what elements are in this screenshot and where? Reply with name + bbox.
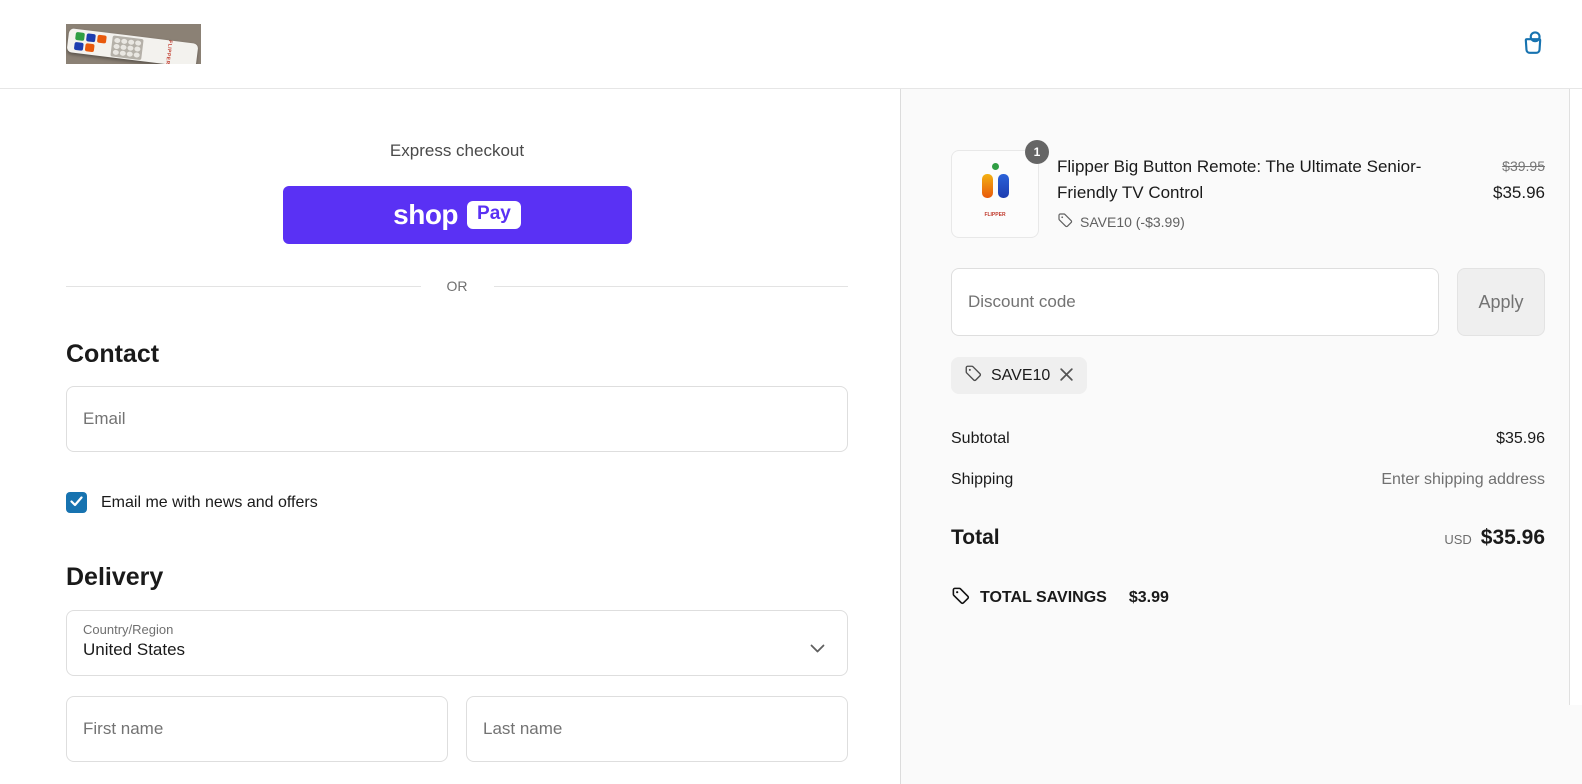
total-label: Total bbox=[951, 526, 1000, 549]
chevron-down-icon bbox=[810, 640, 825, 658]
apply-discount-button[interactable]: Apply bbox=[1457, 268, 1545, 336]
logo-brand-text: FLIPPER bbox=[164, 39, 174, 64]
checkout-main: Express checkout shop Pay OR Contact Ema… bbox=[0, 89, 900, 784]
total-savings-row: TOTAL SAVINGS $3.99 bbox=[951, 586, 1545, 610]
totals-section: Subtotal $35.96 Shipping Enter shipping … bbox=[951, 430, 1545, 610]
cart-line-item: FLIPPER 1 Flipper Big Button Remote: The… bbox=[951, 140, 1545, 238]
subtotal-row: Subtotal $35.96 bbox=[951, 430, 1545, 448]
newsletter-checkbox[interactable] bbox=[66, 492, 87, 513]
applied-discount-chip: SAVE10 bbox=[951, 357, 1088, 394]
total-value: $35.96 bbox=[1480, 526, 1545, 549]
email-input[interactable] bbox=[66, 386, 848, 452]
bag-icon bbox=[1518, 30, 1548, 61]
subtotal-value: $35.96 bbox=[1496, 430, 1545, 447]
total-row: Total USD $35.96 bbox=[951, 526, 1545, 550]
or-divider: OR bbox=[66, 278, 848, 294]
tag-icon bbox=[1057, 212, 1073, 231]
product-thumbnail: FLIPPER bbox=[951, 150, 1039, 238]
shipping-row: Shipping Enter shipping address bbox=[951, 471, 1545, 489]
shipping-value: Enter shipping address bbox=[1381, 471, 1545, 488]
store-logo[interactable]: FLIPPER bbox=[66, 24, 201, 64]
logo-remote-graphic: FLIPPER bbox=[66, 28, 199, 64]
close-icon bbox=[1059, 367, 1074, 385]
country-select-value: United States bbox=[83, 640, 186, 659]
or-label: OR bbox=[446, 278, 468, 294]
newsletter-row: Email me with news and offers bbox=[66, 492, 848, 513]
subtotal-label: Subtotal bbox=[951, 430, 1010, 447]
contact-heading: Contact bbox=[66, 340, 160, 368]
tag-icon bbox=[951, 586, 970, 610]
country-select[interactable]: Country/Region United States bbox=[66, 610, 848, 676]
header: FLIPPER bbox=[0, 0, 1582, 89]
remove-discount-button[interactable] bbox=[1059, 367, 1074, 385]
first-name-input[interactable] bbox=[66, 696, 448, 762]
scrollbar[interactable] bbox=[1569, 89, 1582, 705]
shipping-label: Shipping bbox=[951, 471, 1014, 488]
last-name-input[interactable] bbox=[466, 696, 848, 762]
delivery-heading: Delivery bbox=[66, 563, 164, 591]
name-fields-row bbox=[66, 696, 848, 762]
applied-discount-code: SAVE10 bbox=[991, 366, 1051, 384]
quantity-badge: 1 bbox=[1025, 140, 1049, 164]
currency-code: USD bbox=[1444, 532, 1472, 547]
express-checkout-title: Express checkout bbox=[389, 141, 525, 160]
country-select-label: Country/Region bbox=[83, 622, 174, 637]
newsletter-label: Email me with news and offers bbox=[101, 493, 318, 511]
checkmark-icon bbox=[70, 494, 83, 512]
cart-button[interactable] bbox=[1514, 24, 1552, 65]
tag-icon bbox=[964, 364, 982, 387]
shop-pay-button[interactable]: shop Pay bbox=[282, 186, 632, 244]
line-item-discount: SAVE10 (-$3.99) bbox=[1057, 212, 1433, 231]
discounted-price: $35.96 bbox=[1493, 183, 1545, 202]
total-savings-label: TOTAL SAVINGS bbox=[980, 589, 1107, 606]
total-savings-value: $3.99 bbox=[1128, 589, 1169, 606]
divider-line bbox=[66, 285, 421, 287]
discount-code-row: Apply bbox=[951, 268, 1545, 336]
shop-pay-logo-shop: shop bbox=[393, 199, 459, 230]
product-remote-graphic: FLIPPER bbox=[975, 163, 1015, 225]
shop-pay-logo-pay: Pay bbox=[467, 201, 521, 229]
discount-code-input[interactable] bbox=[951, 268, 1439, 336]
line-item-discount-text: SAVE10 (-$3.99) bbox=[1080, 213, 1185, 230]
order-summary: FLIPPER 1 Flipper Big Button Remote: The… bbox=[900, 89, 1582, 784]
divider-line bbox=[493, 285, 848, 287]
product-title: Flipper Big Button Remote: The Ultimate … bbox=[1057, 157, 1422, 202]
original-price: $39.95 bbox=[1502, 158, 1545, 174]
